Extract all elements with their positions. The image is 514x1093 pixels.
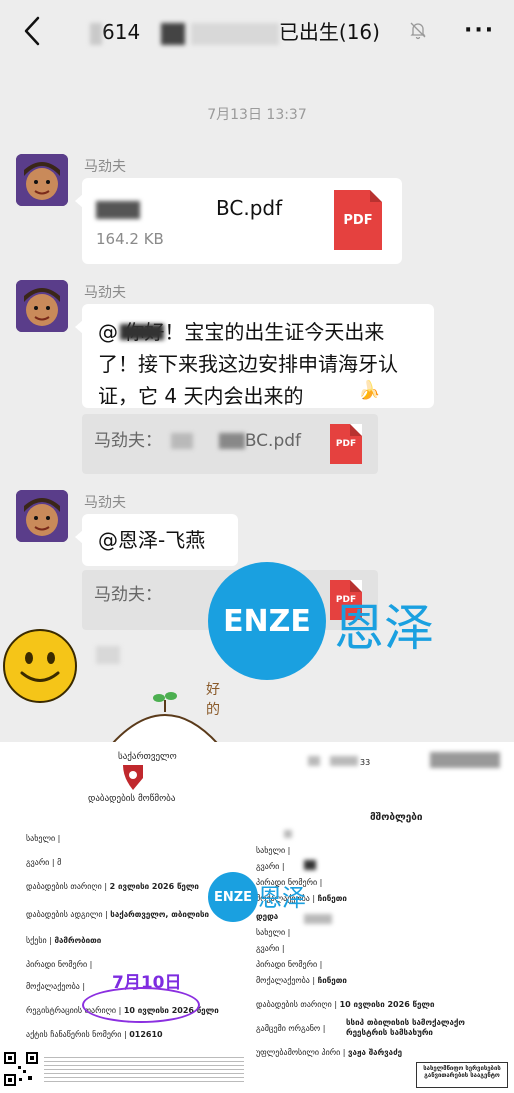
redaction xyxy=(96,200,140,219)
cert-label: უფლებამოსილი პირი | xyxy=(256,1048,346,1057)
cert-label: სახელი | xyxy=(256,928,291,937)
cert-value: 2 ივლისი 2026 წელი xyxy=(109,882,199,891)
fine-print xyxy=(44,1054,244,1084)
file-size: 164.2 KB xyxy=(96,230,164,248)
enze-logo: ENZE xyxy=(208,872,258,922)
sender-name: 马劲夫 xyxy=(84,285,126,301)
avatar[interactable] xyxy=(16,490,68,542)
cert-value: ვაჟა შარვაძე xyxy=(348,1048,403,1057)
cert-label: გვარი | xyxy=(256,944,285,953)
cert-value: ჩინეთი xyxy=(317,894,347,903)
redaction xyxy=(218,433,245,449)
redaction xyxy=(120,324,164,340)
cert-label: გვარი | xyxy=(26,858,55,867)
cartoon-avatar-icon xyxy=(16,280,68,332)
quote-prefix: 马劲夫： xyxy=(94,585,162,605)
cert-value: მ xyxy=(57,858,62,867)
pdf-file-icon: PDF xyxy=(330,424,362,464)
cert-label: სახელი | xyxy=(256,846,291,855)
enze-cn-logo: 恩泽 xyxy=(258,884,306,912)
redaction xyxy=(90,22,102,45)
cert-label: დაბადების თარიღი | xyxy=(256,1000,338,1009)
message-text: @恩泽-飞燕 xyxy=(98,528,206,552)
smiley-emoji-icon xyxy=(3,629,77,703)
cert-label: მოქალაქეობა | xyxy=(26,982,86,991)
more-options-button[interactable]: ··· xyxy=(464,18,495,43)
cert-title: დაბადების მოწმობა xyxy=(88,794,176,804)
back-button[interactable] xyxy=(18,14,48,48)
quoted-reply[interactable]: 马劲夫： BC.pdf PDF xyxy=(82,414,378,474)
chevron-left-icon xyxy=(24,16,40,46)
redaction xyxy=(308,756,320,766)
cert-label: მოქალაქეობა | xyxy=(256,976,316,985)
cert-ref: 33 xyxy=(360,758,371,767)
sender-name: 马劲夫 xyxy=(84,495,126,511)
file-name-suffix: BC.pdf xyxy=(216,196,283,220)
cert-label: სქესი | xyxy=(26,936,52,945)
chat-header: 614 已出生(16) ··· xyxy=(0,0,514,62)
birth-certificate-image: საქართველო დაბადების მოწმობა 33 მშობლები… xyxy=(0,742,514,1093)
coat-of-arms-icon xyxy=(123,765,143,790)
avatar[interactable] xyxy=(16,154,68,206)
avatar[interactable] xyxy=(16,280,68,332)
chat-title: 614 已出生(16) xyxy=(90,16,380,45)
redaction xyxy=(330,756,358,766)
sender-name: 马劲夫 xyxy=(84,159,126,175)
file-message-bubble[interactable]: BC.pdf 164.2 KB PDF xyxy=(75,178,402,264)
title-prefix: 614 xyxy=(102,20,141,44)
cert-label: გვარი | xyxy=(256,862,285,871)
stamp-box: სახელმწიფო სერვისების განვითარების სააგე… xyxy=(416,1062,508,1088)
enze-logo: ENZE xyxy=(208,562,326,680)
cert-label: დედა xyxy=(256,912,279,921)
text-message-bubble[interactable]: @ 你好！宝宝的出生证今天出来了！接下来我这边安排申请海牙认证，它 4 天内会出… xyxy=(75,304,434,408)
cartoon-avatar-icon xyxy=(16,490,68,542)
pdf-file-icon: PDF xyxy=(334,190,382,250)
sticker-text: 好的 xyxy=(206,682,220,718)
cert-value: სსიპ თბილისის სამოქალაქო რეესტრის სამსახ… xyxy=(346,1018,465,1037)
stamp-text: სახელმწიფო სერვისების განვითარების სააგე… xyxy=(423,1065,501,1079)
cartoon-avatar-icon xyxy=(16,154,68,206)
highlight-oval xyxy=(82,987,200,1023)
enze-cn-logo: 恩泽 xyxy=(334,599,434,657)
cert-label: დაბადების თარიღი | xyxy=(26,882,108,891)
cert-value: მამრობითი xyxy=(54,936,102,945)
cert-value: ჩინეთი xyxy=(317,976,347,985)
cert-label: აქტის ჩანაწერის ნომერი | xyxy=(26,1030,127,1039)
qr-code-icon xyxy=(4,1052,38,1086)
redaction xyxy=(171,433,194,449)
cert-label: პირადი ნომერი | xyxy=(26,960,93,969)
cert-value: 012610 xyxy=(129,1030,163,1039)
cert-country: საქართველო xyxy=(118,752,177,762)
cert-value: 10 ივლისი 2026 წელი xyxy=(339,1000,435,1009)
cert-label: სახელი | xyxy=(26,834,61,843)
quote-suffix: BC.pdf xyxy=(244,431,302,451)
file-name: BC.pdf xyxy=(96,196,282,220)
redaction xyxy=(430,752,500,768)
bell-off-icon xyxy=(410,22,426,40)
cert-label: პირადი ნომერი | xyxy=(256,960,323,969)
redaction xyxy=(96,646,120,664)
redaction xyxy=(160,22,185,45)
quote-prefix: 马劲夫： xyxy=(94,431,162,451)
title-suffix: 已出生(16) xyxy=(278,20,380,44)
sprout-sticker-icon xyxy=(111,692,219,744)
redaction xyxy=(304,914,332,924)
redaction xyxy=(190,22,279,45)
text-message-bubble[interactable]: @恩泽-飞燕 xyxy=(75,514,238,566)
redaction xyxy=(304,860,316,870)
quote-text: 马劲夫： BC.pdf xyxy=(94,426,301,451)
cert-label: გამცემი ორგანო | xyxy=(256,1024,326,1033)
banana-emoji-icon: 🍌 xyxy=(358,380,381,401)
parents-heading: მშობლები xyxy=(370,812,423,823)
cert-label: დაბადების ადგილი | xyxy=(26,910,108,919)
timestamp: 7月13日 13:37 xyxy=(207,107,307,123)
redaction xyxy=(284,830,292,838)
cert-value: საქართველო, თბილისი xyxy=(110,910,210,919)
